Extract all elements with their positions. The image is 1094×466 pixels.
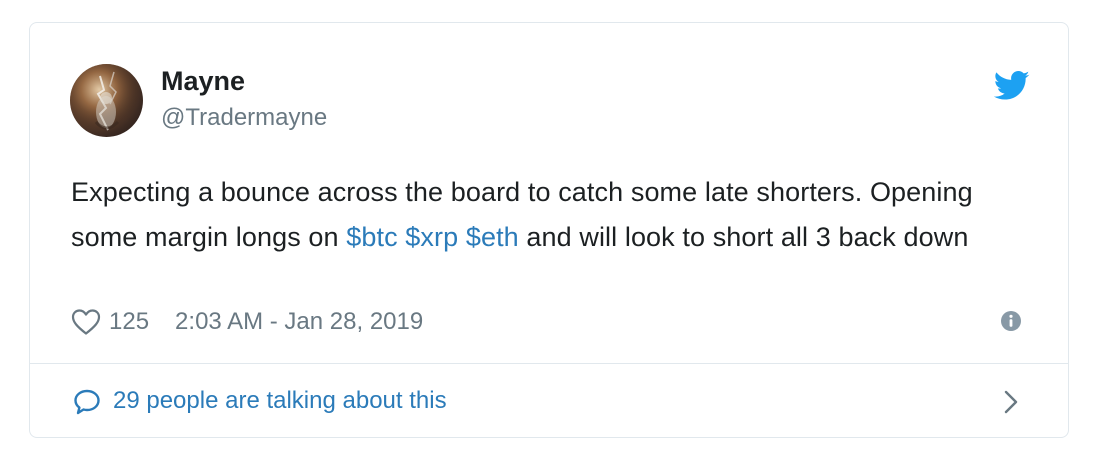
tweet-card: Mayne @Tradermayne Expecting a bounce ac… [29, 22, 1069, 438]
chevron-right-icon [1004, 390, 1018, 414]
heart-icon[interactable] [71, 308, 101, 336]
info-icon[interactable] [1000, 310, 1022, 332]
twitter-bird-icon[interactable] [994, 71, 1030, 101]
user-avatar[interactable] [70, 64, 143, 137]
cashtag-btc[interactable]: $btc [346, 222, 397, 252]
conversation-link[interactable]: 29 people are talking about this [30, 364, 1068, 438]
tweet-text: Expecting a bounce across the board to c… [71, 170, 1041, 260]
tweet-text-after: and will look to short all 3 back down [518, 222, 969, 252]
tweet-meta: 125 2:03 AM - Jan 28, 2019 [71, 306, 423, 338]
speech-bubble-icon [74, 389, 100, 415]
talking-count-text[interactable]: 29 people are talking about this [113, 386, 447, 416]
cashtag-xrp[interactable]: $xrp [405, 222, 458, 252]
cashtag-eth[interactable]: $eth [466, 222, 519, 252]
user-handle[interactable]: @Tradermayne [161, 103, 327, 133]
like-count[interactable]: 125 [109, 308, 149, 336]
avatar-image [70, 64, 143, 137]
user-name[interactable]: Mayne [161, 65, 245, 97]
tweet-timestamp[interactable]: 2:03 AM - Jan 28, 2019 [175, 308, 423, 336]
